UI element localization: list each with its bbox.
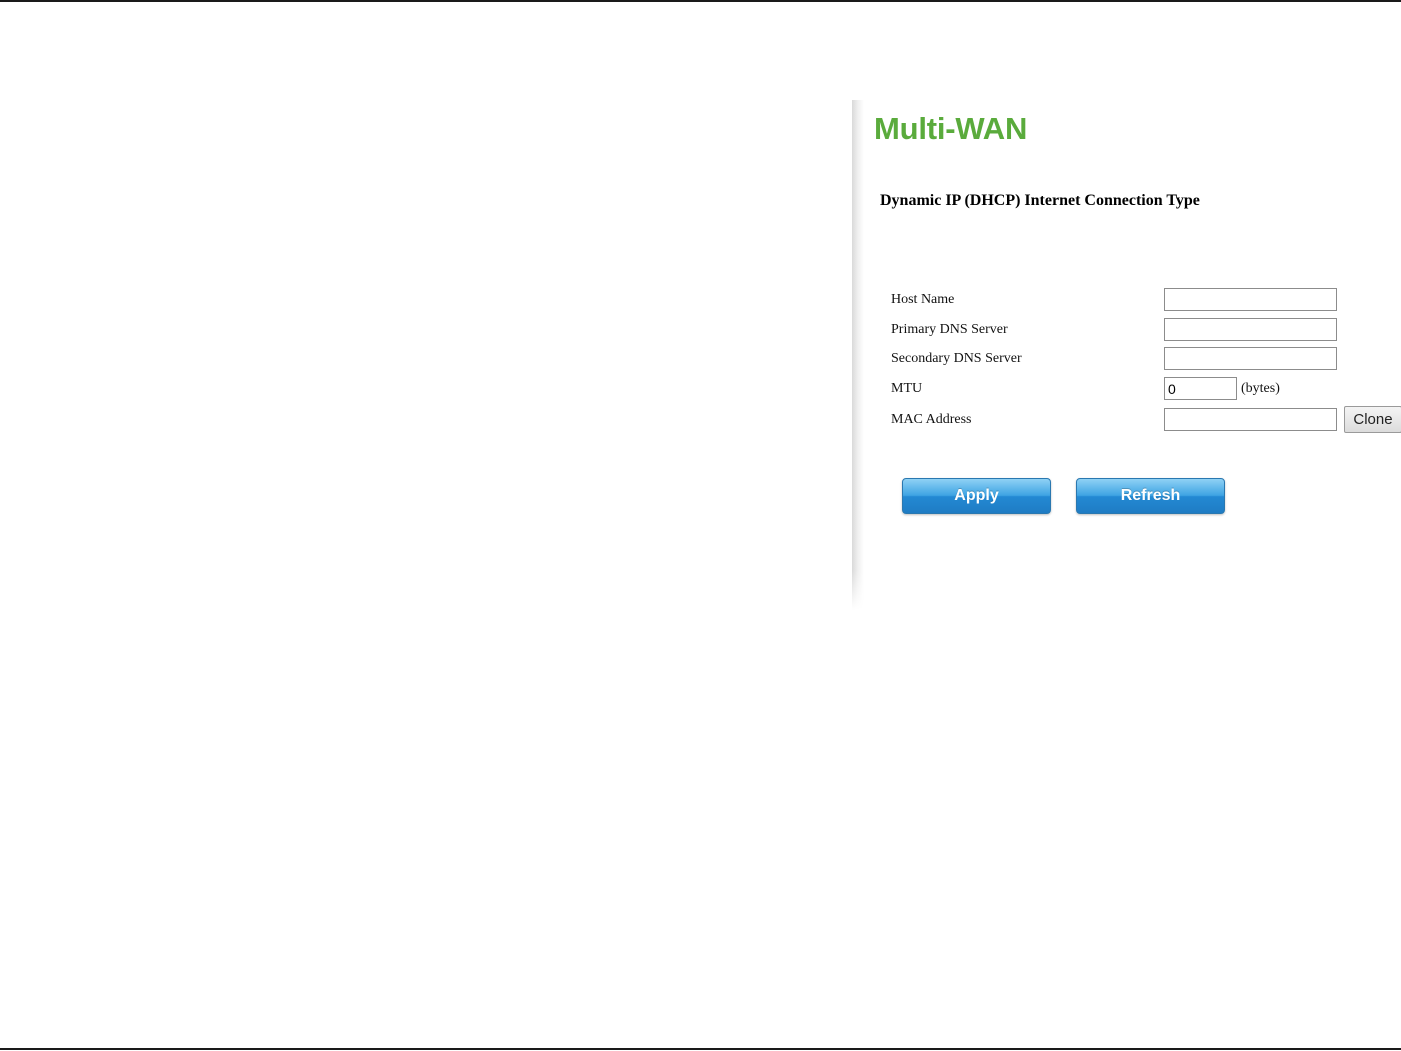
- primary-dns-label: Primary DNS Server: [891, 322, 1008, 337]
- host-name-row: Host Name: [852, 288, 1401, 314]
- clone-button[interactable]: Clone: [1344, 406, 1401, 433]
- secondary-dns-input[interactable]: [1164, 347, 1337, 370]
- primary-dns-input[interactable]: [1164, 318, 1337, 341]
- apply-button[interactable]: Apply: [902, 478, 1051, 514]
- page-title: Multi-WAN: [874, 111, 1028, 146]
- refresh-button[interactable]: Refresh: [1076, 478, 1225, 514]
- host-name-input[interactable]: [1164, 288, 1337, 311]
- mtu-unit: (bytes): [1241, 381, 1280, 396]
- mac-address-input[interactable]: [1164, 408, 1337, 431]
- secondary-dns-label: Secondary DNS Server: [891, 351, 1022, 366]
- host-name-label: Host Name: [891, 292, 955, 307]
- page: Multi-WAN Dynamic IP (DHCP) Internet Con…: [0, 0, 1401, 1051]
- mac-address-label: MAC Address: [891, 412, 972, 427]
- primary-dns-row: Primary DNS Server: [852, 318, 1401, 344]
- mtu-row: MTU (bytes): [852, 377, 1401, 403]
- section-title: Dynamic IP (DHCP) Internet Connection Ty…: [880, 192, 1200, 209]
- panel-bottom-fade: [852, 570, 1401, 610]
- secondary-dns-row: Secondary DNS Server: [852, 347, 1401, 373]
- bottom-divider: [0, 1048, 1401, 1050]
- settings-panel: Multi-WAN Dynamic IP (DHCP) Internet Con…: [852, 100, 1401, 610]
- mtu-input[interactable]: [1164, 377, 1237, 400]
- mtu-label: MTU: [891, 381, 923, 396]
- top-divider: [0, 0, 1401, 2]
- mac-address-row: MAC Address Clone: [852, 406, 1401, 434]
